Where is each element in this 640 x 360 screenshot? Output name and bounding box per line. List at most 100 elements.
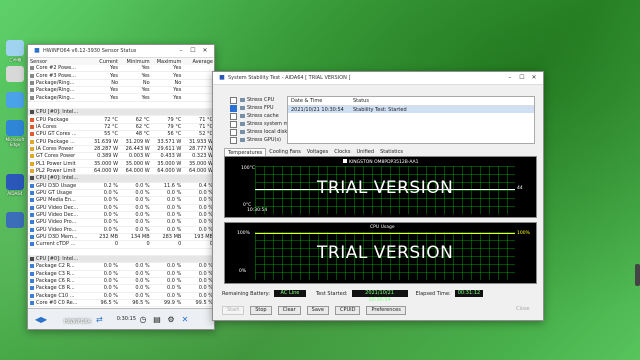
sensor-row[interactable]: CPU Package ... 31.639 W 31.209 W 33.571 W 3… [28,138,214,146]
sensor-row[interactable]: GPU Media En... 0.0 % 0.0 % 0.0 % 0.0 % [28,197,214,205]
sensor-row[interactable]: CPU Package 72 °C 62 °C 79 °C 71 °C [28,116,214,124]
sensor-row[interactable]: Package C3 R... 0.0 % 0.0 % 0.0 % 0.0 % [28,270,214,278]
cpu-usage-graph: CPU Usage 100% 0% 100% TRIAL VERSION [224,222,537,284]
sensor-current: Yes [109,72,119,79]
app2-icon [6,212,24,228]
desktop-icon-label: AIDA64 [7,191,23,196]
sensor-group-header[interactable]: CPU [#0]: Intel... [28,255,214,264]
sensor-row[interactable]: Package/Ring... Yes Yes Yes [28,87,214,95]
sensor-maximum: 0.0 % [167,197,182,204]
close-icon[interactable]: ✕ [528,73,540,83]
tab-unified[interactable]: Unified [353,148,377,156]
sensor-row[interactable]: Package C6 R... 0.0 % 0.0 % 0.0 % 0.0 % [28,277,214,286]
col-current[interactable]: Current [87,59,119,65]
clear-button[interactable]: Clear [277,306,301,315]
sensor-row[interactable]: Current cTDP ...0000 [28,241,214,249]
sensor-group-header[interactable]: CPU [#0]: Intel... [28,175,214,183]
sensor-row[interactable]: Package C10 ... 0.0 % 0.0 % 0.0 % 0.0 % [28,292,214,300]
sensor-minimum: 0.0 % [135,204,150,211]
sensor-row[interactable]: Package C8 R... 0.0 % 0.0 % 0.0 % 0.0 % [28,285,214,293]
edge-icon [6,120,24,136]
sensor-row[interactable]: Core #2 Powe... Yes Yes Yes [28,65,214,73]
report-icon[interactable]: ▤ [150,315,164,324]
hwinfo-titlebar[interactable]: ■ HWiNFO64 v6.12-3930 Sensor Status – ☐ … [28,45,214,58]
desktop-app2-icon[interactable] [4,212,26,229]
start-button[interactable]: Start [222,306,245,315]
desktop-recycle-bin-icon[interactable]: ごみ箱 [4,40,26,62]
log-row[interactable]: 2021/10/21 10:30:54 Stability Test: Star… [288,106,534,113]
sensor-row[interactable]: Package/Ring... Yes Yes Yes [28,94,214,102]
sensor-row[interactable] [28,248,214,256]
sensor-row[interactable]: GPU D3D Mem... 232 MB 134 MB 283 MB 193 MB [28,233,214,242]
tab-voltages[interactable]: Voltages [304,148,331,156]
sensor-row[interactable]: GT Cores Power 0.389 W 0.003 W 0.433 W 0.323… [28,153,214,161]
sensor-row[interactable]: GPU D3D Usage 0.2 % 0.0 % 11.6 % 0.4 % [28,182,214,190]
maximize-icon[interactable]: ☐ [516,73,528,83]
close-sensor-icon[interactable]: ✕ [178,315,192,324]
sensor-row[interactable]: GPU Video Pro... 0.0 % 0.0 % 0.0 % 0.0 % [28,219,214,227]
sensor-row[interactable]: Package C2 R... 0.0 % 0.0 % 0.0 % 0.0 % [28,263,214,271]
minimize-icon[interactable]: – [175,46,187,56]
minimize-icon[interactable]: – [504,73,516,83]
sensor-row[interactable] [28,101,214,110]
sensor-row[interactable]: IA Cores Power 28.287 W 26.443 W 29.611 W 28… [28,145,214,154]
nav-left-arrows-icon[interactable]: ◀▶ [28,315,54,324]
hwinfo-taskbar-label[interactable]: HWiNFO64 [64,319,91,325]
desktop-app-icon[interactable] [4,66,26,83]
col-minimum[interactable]: Minimum [119,59,151,65]
sensor-row[interactable]: IA Cores 72 °C 62 °C 79 °C 71 °C [28,123,214,132]
stress-option-label: Stress local disks [247,129,290,135]
sensor-row[interactable]: PL2 Power Limit 64.000 W 64.000 W 64.000 W 6… [28,167,214,176]
close-icon[interactable]: ✕ [199,46,211,56]
checkbox[interactable] [230,128,237,136]
sensor-icon [30,117,34,122]
clock-icon[interactable]: ◷ [136,315,150,324]
checkbox[interactable] [230,120,237,128]
desktop-aida64-icon[interactable]: AIDA64 [4,174,26,196]
col-maximum[interactable]: Maximum [151,59,183,65]
sensor-row[interactable]: PL1 Power Limit 35.000 W 35.000 W 35.000 W 3… [28,160,214,168]
cpuid-button[interactable]: CPUID [334,306,361,315]
sensor-name: GPU D3D Mem... [28,234,87,240]
sensor-name: CPU Package ... [28,139,87,145]
status-log[interactable]: Date & Time Status 2021/10/21 10:30:54 S… [287,96,535,144]
sensor-icon [30,110,34,115]
preferences-button[interactable]: Preferences [366,306,406,315]
aida-titlebar[interactable]: ■ System Stability Test - AIDA64 [ TRIAL… [213,72,543,85]
checkbox[interactable] [230,104,237,112]
sensor-current: 72 °C [104,116,119,123]
settings-icon[interactable]: ⚙ [164,315,178,324]
scroll-handle[interactable] [635,264,640,286]
sensor-name: GPU Video Dec... [28,212,87,218]
sensor-icon [30,124,34,129]
network-icon[interactable]: ⇄ [96,315,110,324]
sensor-row[interactable]: GPU Video Dec... 0.0 % 0.0 % 0.0 % 0.0 % [28,211,214,220]
checkbox[interactable] [230,96,237,104]
sensor-row[interactable]: GPU Video Dec... 0.0 % 0.0 % 0.0 % 0.0 % [28,204,214,212]
checkbox[interactable] [230,136,237,144]
legend-check-icon[interactable] [343,159,347,163]
desktop-pc-icon[interactable] [4,92,26,109]
sensor-row[interactable]: Core #0 C0 Re... 96.5 % 96.5 % 99.9 % 99.5 % [28,300,214,308]
sensor-row[interactable]: Core #3 Powe... Yes Yes Yes [28,72,214,80]
checkbox[interactable] [230,112,237,120]
save-button[interactable]: Save [306,306,329,315]
tab-statistics[interactable]: Statistics [377,148,406,156]
sensor-row[interactable]: GPU GT Usage 0.0 % 0.0 % 0.0 % 0.0 % [28,189,214,198]
desktop-edge-icon[interactable]: Microsoft Edge [4,120,26,147]
sensor-icon [30,213,34,218]
tab-clocks[interactable]: Clocks [331,148,353,156]
stop-button[interactable]: Stop [250,306,272,315]
maximize-icon[interactable]: ☐ [187,46,199,56]
col-sensor[interactable]: Sensor [28,59,87,65]
sensor-group-header[interactable]: CPU [#0]: Intel... [28,109,214,117]
hwinfo-sensor-list[interactable]: Core #2 Powe... Yes Yes Yes Core #3 Powe... Y… [28,65,214,310]
col-average[interactable]: Average [182,59,214,65]
desktop-icon-label: Microsoft Edge [5,137,25,147]
sensor-row[interactable]: GPU Video Pro... 0.0 % 0.0 % 0.0 % 0.0 % [28,226,214,234]
sensor-row[interactable]: Package/Ring... No No No [28,79,214,88]
close-button[interactable]: Close [512,306,534,313]
sensor-row[interactable]: CPU GT Cores ... 55 °C 48 °C 56 °C 52 °C [28,131,214,139]
sensor-maximum: 99.9 % [163,300,182,307]
tab-cooling-fans[interactable]: Cooling Fans [266,148,304,156]
